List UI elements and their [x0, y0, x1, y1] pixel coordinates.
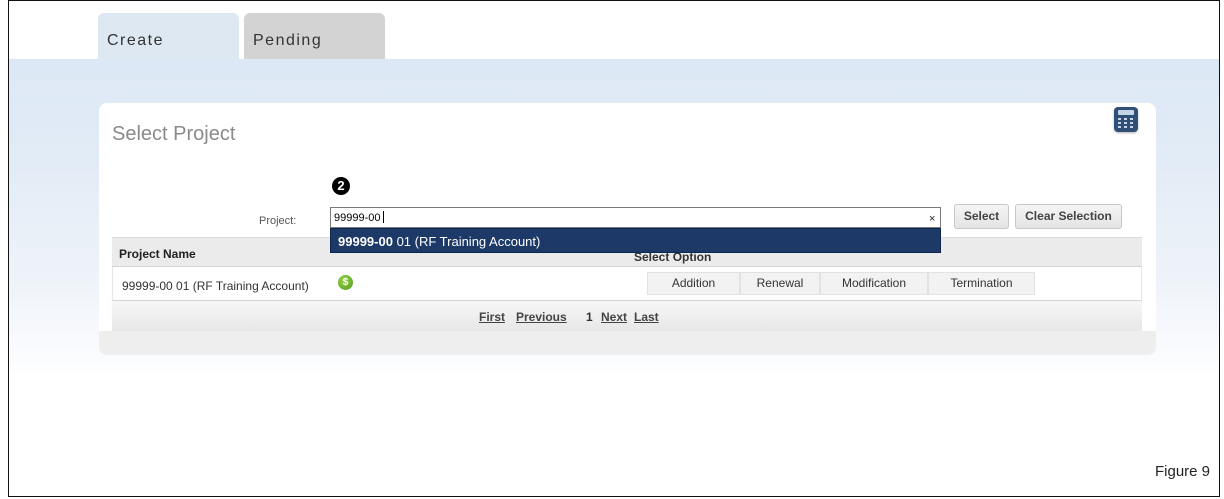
suggestion-rest-text: 01 (RF Training Account) — [392, 234, 541, 249]
select-button[interactable]: Select — [954, 204, 1009, 229]
termination-option-button[interactable]: Termination — [928, 272, 1035, 295]
page-title: Select Project — [112, 123, 236, 145]
step-marker: 2 — [332, 177, 350, 195]
text-caret — [382, 211, 384, 223]
modification-option-button[interactable]: Modification — [820, 272, 928, 295]
addition-option-button[interactable]: Addition — [647, 272, 740, 295]
clear-selection-button[interactable]: Clear Selection — [1015, 204, 1122, 229]
panel-footer — [99, 331, 1156, 355]
project-label: Project: — [259, 215, 297, 227]
calculator-icon[interactable] — [1114, 107, 1138, 132]
figure-caption: Figure 9 — [1155, 463, 1211, 480]
tab-pending[interactable]: Pending — [244, 13, 385, 59]
autocomplete-suggestion[interactable]: 99999-00 01 (RF Training Account) — [330, 228, 941, 253]
pagination: First Previous 1 Next Last — [112, 301, 1142, 331]
project-name-cell: 99999-00 01 (RF Training Account) — [122, 279, 309, 293]
pager-first-link[interactable]: First — [479, 310, 505, 324]
table-row: 99999-00 01 (RF Training Account) $ Addi… — [112, 267, 1142, 301]
project-input-value: 99999-00 — [334, 212, 381, 224]
pager-next-link[interactable]: Next — [601, 310, 627, 324]
pager-last-link[interactable]: Last — [634, 310, 659, 324]
pager-current-page: 1 — [586, 310, 593, 324]
clear-input-icon[interactable]: × — [929, 213, 935, 225]
tab-create[interactable]: Create — [98, 13, 239, 59]
suggestion-match-text: 99999-00 — [338, 234, 393, 249]
column-header-project-name: Project Name — [119, 247, 196, 261]
dollar-icon[interactable]: $ — [338, 275, 353, 290]
renewal-option-button[interactable]: Renewal — [740, 272, 820, 295]
pager-previous-link[interactable]: Previous — [516, 310, 567, 324]
figure-frame: Create Pending Select Project 2 Project:… — [8, 0, 1220, 497]
project-input[interactable]: 99999-00 — [330, 207, 941, 228]
